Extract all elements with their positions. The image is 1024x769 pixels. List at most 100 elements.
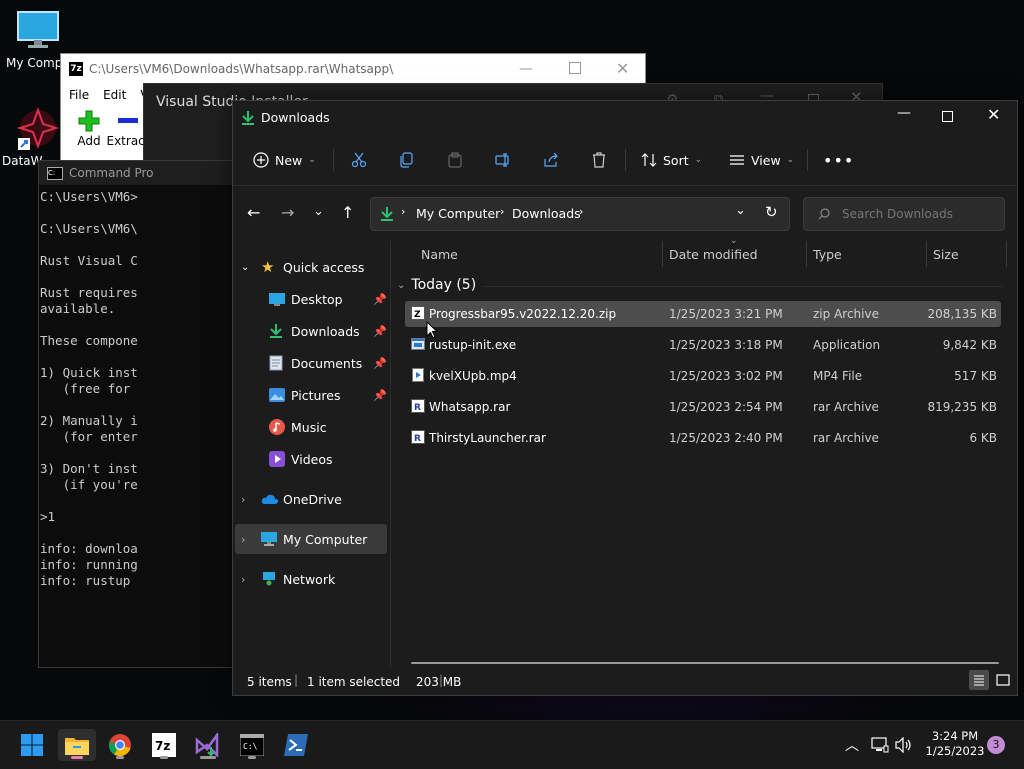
nav-desktop[interactable]: Desktop 📌 [269,284,389,314]
cmd-line: info: rustup [40,573,138,588]
taskbar-powershell[interactable] [278,729,314,761]
tiles-view-button[interactable] [993,670,1013,690]
menu-file[interactable]: File [69,88,89,102]
pin-icon[interactable]: 📌 [373,325,387,338]
svg-text:R: R [414,403,421,413]
maximize-icon[interactable] [569,62,581,74]
nav-videos[interactable]: Videos [269,444,333,474]
add-button[interactable]: Add [69,110,109,148]
paste-button[interactable] [447,147,463,173]
nav-documents[interactable]: Documents 📌 [269,348,389,378]
menu-edit[interactable]: Edit [103,88,126,102]
view-button[interactable]: View ⌄ [729,147,794,173]
clock-date: 1/25/2023 [925,744,985,758]
show-hidden-icons-chevron-icon[interactable]: ︿ [845,735,859,755]
search-input[interactable] [840,203,994,225]
pin-icon[interactable]: 📌 [373,357,387,370]
forward-arrow-icon[interactable]: → [281,203,294,222]
refresh-icon[interactable]: ↻ [765,203,778,221]
explorer-minimize-icon[interactable]: — [897,105,911,121]
nav-network[interactable]: › Network [241,564,335,594]
minimize-icon[interactable]: — [519,54,533,84]
details-view-icon [974,675,984,686]
rename-button[interactable] [495,147,511,173]
cmd-window-title: Command Pro [69,166,154,180]
file-row[interactable]: R ThirstyLauncher.rar 1/25/2023 2:40 PM rar… [405,425,1001,451]
running-indicator [116,756,124,759]
column-header-date[interactable]: Date modified [669,247,758,262]
column-divider[interactable] [1006,241,1007,267]
file-date-modified: 1/25/2023 2:54 PM [669,400,783,414]
nav-music[interactable]: Music [269,412,327,442]
horizontal-scrollbar[interactable] [411,662,999,664]
toolbar-separator [807,149,808,171]
nav-onedrive[interactable]: › OneDrive [241,484,342,514]
rar-archive-icon: R [411,399,425,413]
file-size: 208,135 KB [927,307,997,321]
cmd-line: These compone [40,333,138,348]
explorer-maximize-icon[interactable] [942,111,953,122]
explorer-titlebar[interactable]: Downloads — ✕ [233,101,1017,135]
file-row[interactable]: Z Progressbar95.v2022.12.20.zip 1/25/2023 … [405,301,1001,327]
column-header-name[interactable]: Name [421,247,458,262]
scissors-icon [351,152,367,168]
nav-pictures[interactable]: Pictures 📌 [269,380,389,410]
taskbar-command-prompt[interactable]: C:\ [234,729,270,761]
close-icon[interactable]: ✕ [616,54,629,84]
file-explorer-window[interactable]: Downloads — ✕ New ⌄ Sort ⌄ View ⌄ ••• ← … [232,100,1018,696]
taskbar-visual-studio-installer[interactable] [190,729,226,761]
notification-badge[interactable]: 3 [987,736,1005,754]
group-header-today[interactable]: ⌄ Today (5) [397,277,476,293]
clock[interactable]: 3:24 PM 1/25/2023 [920,729,990,759]
cut-button[interactable] [351,147,367,173]
cmd-line: (for enter [40,429,138,444]
7zip-titlebar[interactable]: 7z C:\Users\VM6\Downloads\Whatsapp.rar\W… [61,54,645,84]
details-view-button[interactable] [969,670,989,690]
address-bar[interactable]: › My Computer › Downloads › ⌄ ↻ [370,197,790,231]
file-row[interactable]: R Whatsapp.rar 1/25/2023 2:54 PM rar Archiv… [405,394,1001,420]
cmd-titlebar[interactable]: C: Command Pro [39,161,239,185]
pin-icon[interactable]: 📌 [373,293,387,306]
column-header-type[interactable]: Type [813,247,842,262]
column-divider[interactable] [926,241,927,267]
taskbar-file-explorer[interactable] [58,729,96,761]
status-item-count: 5 items [247,675,292,689]
recent-locations-chevron-icon[interactable]: ⌄ [313,204,324,219]
up-arrow-icon[interactable]: ↑ [341,203,354,222]
desktop-folder-icon [269,292,291,306]
sort-label: Sort [663,152,689,168]
explorer-close-icon[interactable]: ✕ [987,105,1000,124]
column-divider[interactable] [662,241,663,267]
taskbar-chrome[interactable] [102,729,138,761]
file-row[interactable]: kvelXUpb.mp4 1/25/2023 3:02 PM MP4 File 517… [405,363,1001,389]
pin-icon[interactable]: 📌 [373,389,387,402]
cmd-line: available. [40,301,116,316]
delete-button[interactable] [591,147,607,173]
share-button[interactable] [543,147,559,173]
new-button[interactable]: New ⌄ [253,147,316,173]
clock-time: 3:24 PM [931,729,979,743]
command-prompt-window[interactable]: C: Command Pro C:\Users\VM6> C:\Users\VM6… [38,160,240,668]
nav-label: Pictures [291,387,341,403]
plus-circle-icon [253,152,269,168]
network-status-icon[interactable] [871,737,889,753]
address-dropdown-icon[interactable]: ⌄ [735,203,746,218]
search-box[interactable] [803,197,1005,231]
chevron-right-icon: › [241,532,246,546]
nav-quick-access[interactable]: ⌄ ★ Quick access [241,252,364,282]
copy-button[interactable] [399,147,415,173]
breadcrumb-my-computer[interactable]: My Computer [416,206,500,221]
cmd-line: Rust Visual C [40,253,138,268]
column-divider[interactable] [806,241,807,267]
file-row[interactable]: rustup-init.exe 1/25/2023 3:18 PM Applicat… [405,332,1001,358]
nav-downloads[interactable]: Downloads 📌 [269,316,389,346]
start-button[interactable] [14,729,50,761]
volume-icon[interactable] [895,737,913,753]
nav-my-computer[interactable]: › My Computer [235,524,387,554]
taskbar-7zip[interactable]: 7z [146,729,182,761]
back-arrow-icon[interactable]: ← [247,203,260,222]
sort-button[interactable]: Sort ⌄ [641,147,702,173]
more-options-button[interactable]: ••• [823,147,854,173]
column-header-size[interactable]: Size [933,247,959,262]
breadcrumb-downloads[interactable]: Downloads [512,206,581,221]
